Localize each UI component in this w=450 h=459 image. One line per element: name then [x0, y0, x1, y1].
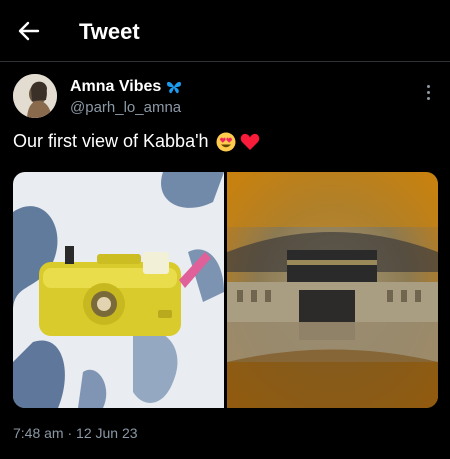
top-bar: Tweet: [0, 0, 450, 62]
more-options-button[interactable]: [420, 82, 436, 102]
tweet-media: [13, 172, 438, 408]
tweet-body: Our first view of Kabba'h: [13, 131, 209, 151]
camera-toy-photo[interactable]: [13, 172, 224, 408]
arrow-left-icon: [18, 21, 40, 41]
avatar-image: [13, 74, 57, 118]
author-handle[interactable]: @parh_lo_amna: [70, 99, 181, 116]
back-button[interactable]: [14, 16, 44, 46]
avatar[interactable]: [13, 74, 57, 118]
tweet-timestamp[interactable]: 7:48 am · 12 Jun 23: [13, 425, 138, 441]
author-name[interactable]: Amna Vibes: [70, 78, 182, 96]
more-vertical-icon: [426, 82, 430, 100]
red-heart-emoji: [240, 133, 260, 151]
page-title: Tweet: [79, 19, 140, 44]
butterfly-icon: [167, 81, 182, 94]
tweet-text: Our first view of Kabba'h: [13, 131, 260, 152]
kaaba-view-photo[interactable]: [227, 172, 438, 408]
heart-eyes-emoji: [216, 132, 236, 152]
display-name-text: Amna Vibes: [70, 78, 162, 95]
